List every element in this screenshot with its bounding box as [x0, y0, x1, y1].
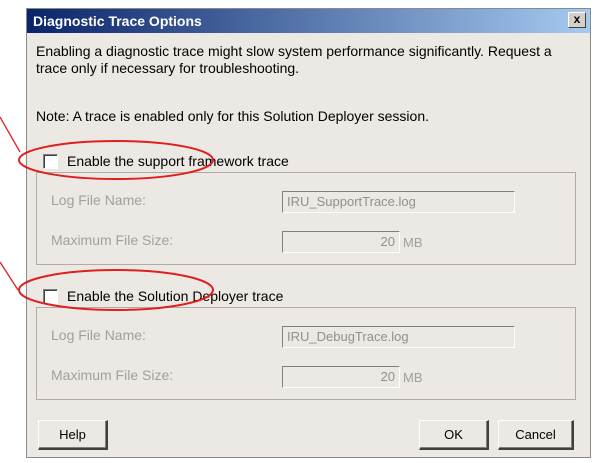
support-max-size-unit: MB: [403, 235, 423, 250]
support-log-file-field[interactable]: IRU_SupportTrace.log: [282, 191, 515, 213]
deployer-trace-checkbox[interactable]: [43, 288, 58, 304]
note-text: Note: A trace is enabled only for this S…: [36, 108, 429, 124]
deployer-trace-settings: Log File Name: IRU_DebugTrace.log Maximu…: [36, 307, 576, 400]
support-max-size-label: Maximum File Size:: [51, 232, 174, 248]
deployer-max-size-field[interactable]: 20: [282, 366, 400, 388]
support-trace-option[interactable]: Enable the support framework trace: [43, 153, 289, 169]
support-trace-settings: Log File Name: IRU_SupportTrace.log Maxi…: [36, 172, 576, 265]
deployer-trace-option[interactable]: Enable the Solution Deployer trace: [43, 288, 283, 304]
support-max-size-field[interactable]: 20: [282, 231, 400, 253]
close-icon[interactable]: x: [568, 12, 586, 28]
support-log-file-label: Log File Name:: [51, 192, 146, 208]
annotation-pointer-line-1: [0, 116, 21, 153]
annotation-pointer-line-2: [0, 261, 19, 291]
deployer-log-file-field[interactable]: IRU_DebugTrace.log: [282, 326, 515, 348]
diagnostic-trace-dialog: Diagnostic Trace Options x Enabling a di…: [26, 8, 591, 458]
dialog-title: Diagnostic Trace Options: [33, 13, 202, 29]
help-button[interactable]: Help: [38, 420, 108, 450]
support-trace-checkbox[interactable]: [43, 153, 58, 169]
title-bar[interactable]: Diagnostic Trace Options x: [27, 9, 590, 33]
deployer-log-file-label: Log File Name:: [51, 327, 146, 343]
support-trace-label[interactable]: Enable the support framework trace: [67, 153, 289, 169]
description-text: Enabling a diagnostic trace might slow s…: [36, 43, 552, 76]
cancel-button[interactable]: Cancel: [498, 420, 574, 450]
deployer-trace-label[interactable]: Enable the Solution Deployer trace: [67, 288, 283, 304]
deployer-max-size-label: Maximum File Size:: [51, 367, 174, 383]
ok-button[interactable]: OK: [419, 420, 489, 450]
deployer-max-size-unit: MB: [403, 370, 423, 385]
